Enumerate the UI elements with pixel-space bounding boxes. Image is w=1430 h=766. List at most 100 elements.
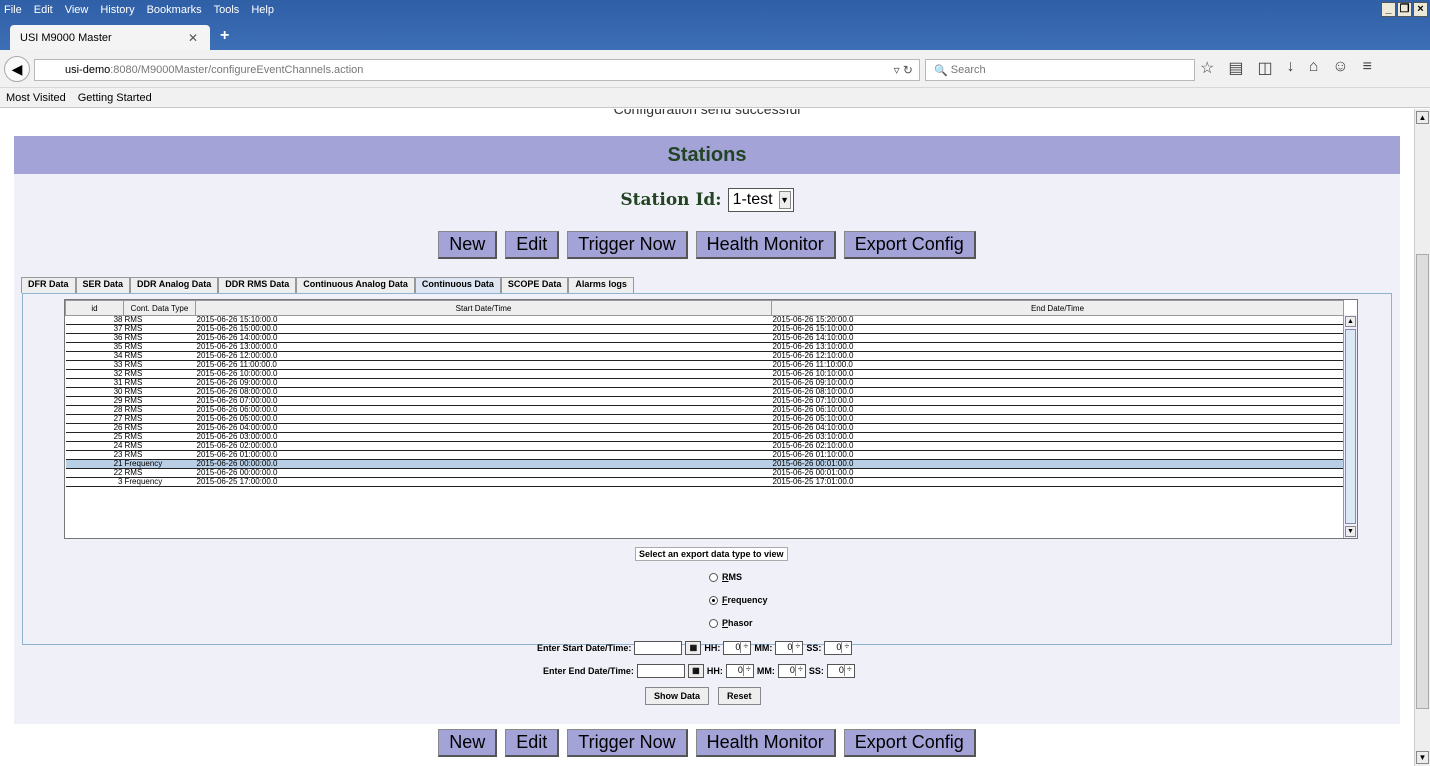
export-config-button-bottom[interactable]: Export Config [843, 729, 976, 757]
edit-button-bottom[interactable]: Edit [505, 729, 560, 757]
new-button-bottom[interactable]: New [438, 729, 498, 757]
hamburger-menu-icon[interactable]: ≡ [1363, 58, 1372, 78]
column-header-type[interactable]: Cont. Data Type [123, 300, 196, 316]
table-row[interactable]: 38 RMS 2015-06-26 15:10:00.0 2015-06-26 15:… [65, 315, 1344, 325]
table-row[interactable]: 35 RMS 2015-06-26 13:00:00.0 2015-06-26 13:… [65, 342, 1344, 352]
download-icon[interactable]: ↓ [1287, 58, 1295, 78]
table-row[interactable]: 32 RMS 2015-06-26 10:00:00.0 2015-06-26 10:… [65, 369, 1344, 379]
table-row[interactable]: 26 RMS 2015-06-26 04:00:00.0 2015-06-26 04:… [65, 423, 1344, 433]
scroll-up-icon[interactable]: ▲ [1345, 316, 1356, 327]
tab-ser-data[interactable]: SER Data [75, 277, 131, 293]
radio-rms[interactable]: RMS [709, 572, 742, 582]
menu-history[interactable]: History [100, 4, 134, 16]
new-button[interactable]: New [438, 231, 498, 259]
menu-bookmarks[interactable]: Bookmarks [147, 4, 202, 16]
status-message: Configuration send successful [613, 109, 801, 117]
table-row[interactable]: 22 RMS 2015-06-26 00:00:00.0 2015-06-26 00:… [65, 468, 1344, 478]
minimize-icon[interactable]: _ [1381, 2, 1396, 17]
cell-type: RMS [123, 423, 196, 433]
end-mm-spinner[interactable]: 0 [777, 664, 806, 678]
reading-list-icon[interactable]: ▤ [1228, 58, 1243, 78]
table-scrollbar[interactable]: ▲ ▼ [1343, 315, 1357, 538]
close-window-icon[interactable]: × [1413, 2, 1428, 17]
browser-tab[interactable]: USI M9000 Master ✕ [10, 25, 210, 51]
page-scroll-down-icon[interactable]: ▼ [1416, 751, 1429, 764]
export-config-button[interactable]: Export Config [843, 231, 976, 259]
health-monitor-button[interactable]: Health Monitor [695, 231, 836, 259]
start-ss-spinner[interactable]: 0 [824, 641, 853, 655]
back-arrow-icon[interactable]: ◀ [4, 56, 30, 82]
table-scroll-thumb[interactable] [1345, 329, 1356, 524]
table-row[interactable]: 25 RMS 2015-06-26 03:00:00.0 2015-06-26 03:… [65, 432, 1344, 442]
tab-scope-data[interactable]: SCOPE Data [500, 277, 569, 293]
table-row[interactable]: 33 RMS 2015-06-26 11:00:00.0 2015-06-26 11:… [65, 360, 1344, 370]
table-row[interactable]: 37 RMS 2015-06-26 15:00:00.0 2015-06-26 15:… [65, 324, 1344, 334]
calendar-icon[interactable]: ▦ [685, 641, 702, 655]
bookmark-getting-started[interactable]: Getting Started [78, 92, 152, 104]
smiley-icon[interactable]: ☺ [1332, 58, 1348, 78]
cell-start: 2015-06-26 07:00:00.0 [195, 396, 772, 406]
end-date-input[interactable] [636, 664, 685, 678]
radio-frequency[interactable]: Frequency [709, 595, 768, 605]
scroll-down-icon[interactable]: ▼ [1345, 526, 1356, 537]
tab-ddr-rms-data[interactable]: DDR RMS Data [218, 277, 297, 293]
radio-phasor-circle[interactable] [709, 618, 718, 628]
end-hh-spinner[interactable]: 0 [725, 664, 754, 678]
start-mm-spinner[interactable]: 0 [775, 641, 804, 655]
start-date-input[interactable] [634, 641, 683, 655]
table-row[interactable]: 28 RMS 2015-06-26 06:00:00.0 2015-06-26 06:… [65, 405, 1344, 415]
url-bar[interactable]: usi-demo :8080/M9000Master/configureEven… [34, 59, 920, 81]
tab-ddr-analog-data[interactable]: DDR Analog Data [130, 277, 219, 293]
start-hh-spinner[interactable]: 0 [723, 641, 752, 655]
radio-frequency-circle[interactable] [709, 595, 718, 605]
bookmark-most-visited[interactable]: Most Visited [6, 92, 66, 104]
radio-phasor[interactable]: Phasor [709, 618, 753, 628]
column-header-end[interactable]: End Date/Time [771, 300, 1344, 316]
table-row[interactable]: 36 RMS 2015-06-26 14:00:00.0 2015-06-26 14:… [65, 333, 1344, 343]
page-scroll-up-icon[interactable]: ▲ [1416, 111, 1429, 124]
page-scrollbar[interactable]: ▲ ▼ [1414, 109, 1430, 766]
page-scroll-thumb[interactable] [1416, 254, 1429, 709]
column-header-start[interactable]: Start Date/Time [195, 300, 772, 316]
close-tab-icon[interactable]: ✕ [188, 31, 198, 45]
new-tab-icon[interactable]: + [220, 27, 229, 45]
table-row[interactable]: 29 RMS 2015-06-26 07:00:00.0 2015-06-26 07:… [65, 396, 1344, 406]
search-input[interactable]: 🔍 Search [925, 59, 1195, 81]
edit-button[interactable]: Edit [505, 231, 560, 259]
home-icon[interactable]: ⌂ [1309, 58, 1319, 78]
end-ss-spinner[interactable]: 0 [826, 664, 855, 678]
pocket-icon[interactable]: ◫ [1257, 58, 1272, 78]
health-monitor-button-bottom[interactable]: Health Monitor [695, 729, 836, 757]
show-data-button[interactable]: Show Data [645, 687, 710, 705]
tab-alarms-logs[interactable]: Alarms logs [568, 277, 634, 293]
cell-start: 2015-06-26 05:00:00.0 [195, 414, 772, 424]
table-row[interactable]: 21 Frequency 2015-06-26 00:00:00.0 2015-06-… [65, 459, 1344, 469]
table-row[interactable]: 30 RMS 2015-06-26 08:00:00.0 2015-06-26 08:… [65, 387, 1344, 397]
calendar-icon[interactable]: ▦ [687, 664, 704, 678]
column-header-id[interactable]: id [65, 300, 124, 316]
menu-file[interactable]: File [4, 4, 22, 16]
table-row[interactable]: 34 RMS 2015-06-26 12:00:00.0 2015-06-26 12:… [65, 351, 1344, 361]
tab-continuous-analog-data[interactable]: Continuous Analog Data [296, 277, 415, 293]
tab-continuous-data[interactable]: Continuous Data [414, 277, 501, 293]
reload-icon[interactable]: ▿ ↻ [894, 63, 913, 77]
reset-button[interactable]: Reset [718, 687, 761, 705]
menu-edit[interactable]: Edit [34, 4, 53, 16]
table-row[interactable]: 23 RMS 2015-06-26 01:00:00.0 2015-06-26 01:… [65, 450, 1344, 460]
restore-icon[interactable]: ❐ [1397, 2, 1412, 17]
table-row[interactable]: 27 RMS 2015-06-26 05:00:00.0 2015-06-26 05:… [65, 414, 1344, 424]
bookmark-star-icon[interactable]: ☆ [1200, 58, 1214, 78]
trigger-now-button-bottom[interactable]: Trigger Now [567, 729, 688, 757]
table-row[interactable]: 31 RMS 2015-06-26 09:00:00.0 2015-06-26 09:… [65, 378, 1344, 388]
tab-dfr-data[interactable]: DFR Data [21, 277, 76, 293]
cell-type: RMS [123, 378, 196, 388]
table-row[interactable]: 3 Frequency 2015-06-25 17:00:00.0 2015-06-2… [65, 477, 1344, 487]
menu-tools[interactable]: Tools [214, 4, 240, 16]
radio-rms-circle[interactable] [709, 572, 718, 582]
station-id-select[interactable]: 1-test ▼ [727, 188, 794, 212]
table-row[interactable]: 24 RMS 2015-06-26 02:00:00.0 2015-06-26 02:… [65, 441, 1344, 451]
trigger-now-button[interactable]: Trigger Now [567, 231, 688, 259]
menu-help[interactable]: Help [251, 4, 274, 16]
cell-end: 2015-06-26 06:10:00.0 [771, 405, 1344, 415]
menu-view[interactable]: View [65, 4, 89, 16]
